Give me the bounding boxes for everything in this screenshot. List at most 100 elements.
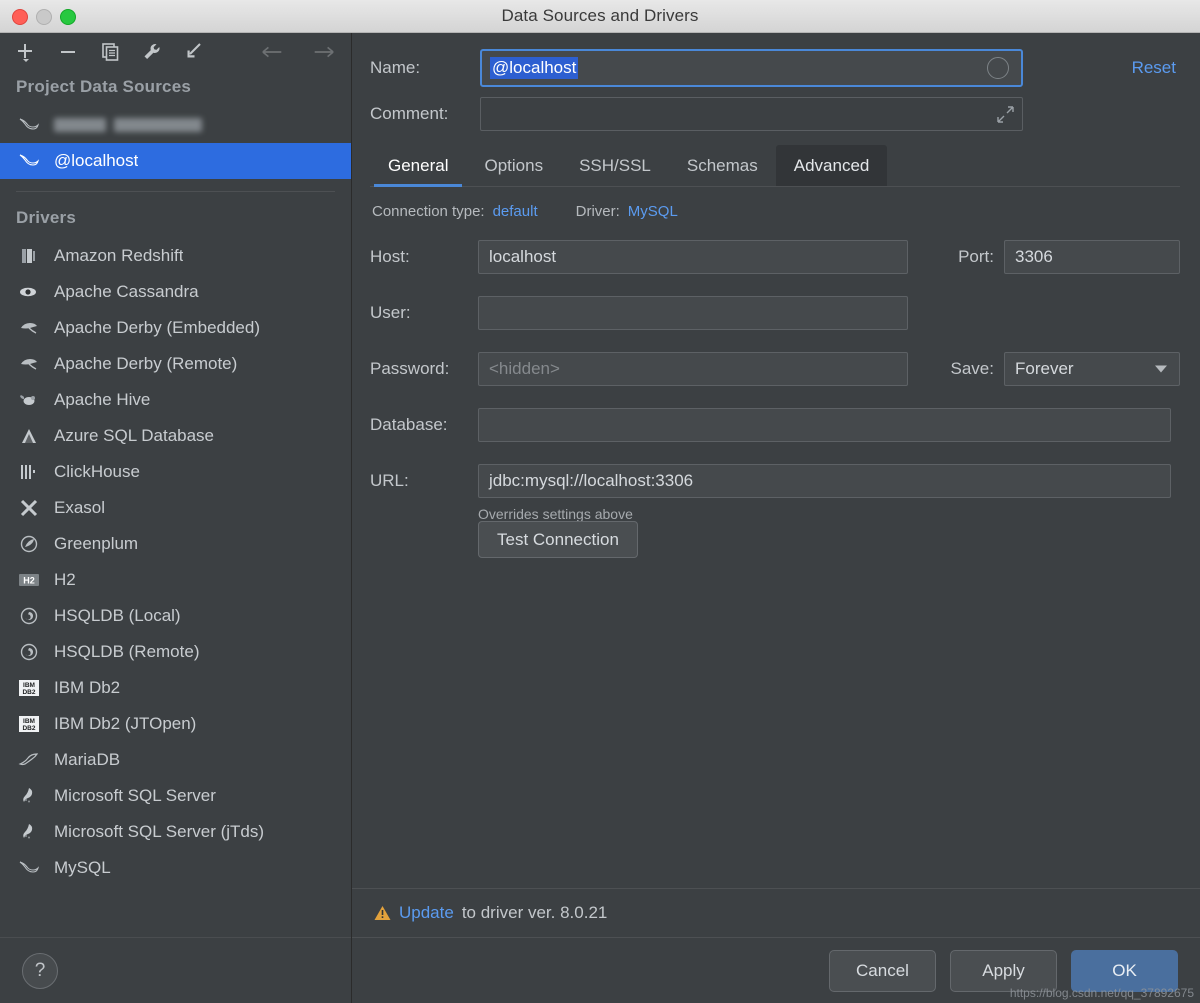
svg-text:DB2: DB2 — [22, 689, 35, 696]
data-source-item-label: @localhost — [54, 151, 138, 171]
tab-general[interactable]: General — [370, 145, 466, 186]
mssql-icon — [16, 821, 42, 843]
forward-button[interactable] — [311, 40, 335, 64]
h2-icon: H2 — [16, 569, 42, 591]
add-button[interactable] — [14, 40, 38, 64]
svg-text:IBM: IBM — [23, 718, 35, 725]
data-sources-dialog: Data Sources and Drivers — [0, 0, 1200, 1003]
database-input[interactable] — [478, 408, 1171, 442]
drivers-list[interactable]: Amazon Redshift Apache Cassandra Apache … — [0, 238, 351, 937]
tab-schemas[interactable]: Schemas — [669, 145, 776, 186]
driver-item[interactable]: Azure SQL Database — [0, 418, 351, 454]
clickhouse-icon — [16, 461, 42, 483]
driver-label: IBM Db2 (JTOpen) — [54, 714, 196, 734]
user-input[interactable] — [478, 296, 908, 330]
name-label: Name: — [370, 58, 480, 78]
import-arrow-icon[interactable] — [182, 40, 206, 64]
driver-value[interactable]: MySQL — [628, 203, 678, 220]
save-select[interactable]: Forever — [1004, 352, 1180, 386]
tab-ssh-ssl[interactable]: SSH/SSL — [561, 145, 669, 186]
driver-item[interactable]: MySQL — [0, 850, 351, 886]
user-label: User: — [370, 303, 478, 323]
driver-item[interactable]: Microsoft SQL Server — [0, 778, 351, 814]
tab-options[interactable]: Options — [466, 145, 561, 186]
driver-label: Microsoft SQL Server — [54, 786, 216, 806]
driver-item[interactable]: Apache Hive — [0, 382, 351, 418]
traffic-light-buttons — [12, 9, 76, 25]
mssql-icon — [16, 785, 42, 807]
driver-item[interactable]: H2 H2 — [0, 562, 351, 598]
close-window-button[interactable] — [12, 9, 28, 25]
comment-row: Comment: — [370, 97, 1180, 131]
name-input[interactable]: @localhost — [480, 49, 1023, 87]
mysql-dolphin-icon — [16, 857, 42, 879]
reset-button[interactable]: Reset — [1132, 58, 1180, 78]
cancel-button[interactable]: Cancel — [829, 950, 936, 992]
circle-icon[interactable] — [987, 57, 1009, 79]
data-source-item-localhost[interactable]: @localhost — [0, 143, 351, 179]
connection-type-value[interactable]: default — [493, 203, 538, 220]
test-connection-button[interactable]: Test Connection — [478, 521, 638, 558]
driver-label: Azure SQL Database — [54, 426, 214, 446]
hsqldb-icon — [16, 641, 42, 663]
comment-input[interactable] — [480, 97, 1023, 131]
host-input[interactable]: localhost — [478, 240, 908, 274]
url-input[interactable]: jdbc:mysql://localhost:3306 — [478, 464, 1171, 498]
driver-item[interactable]: Apache Derby (Remote) — [0, 346, 351, 382]
main-header: Name: @localhost Reset Comment: — [352, 33, 1200, 550]
password-input[interactable]: <hidden> — [478, 352, 908, 386]
driver-label: Apache Derby (Remote) — [54, 354, 237, 374]
driver-label: MariaDB — [54, 750, 120, 770]
sidebar-footer: ? — [0, 937, 351, 1003]
navigation-buttons — [261, 40, 335, 64]
driver-label: Apache Cassandra — [54, 282, 199, 302]
save-select-value: Forever — [1015, 359, 1074, 379]
minimize-window-button[interactable] — [36, 9, 52, 25]
hive-bee-icon — [16, 389, 42, 411]
derby-icon — [16, 317, 42, 339]
driver-item[interactable]: Apache Derby (Embedded) — [0, 310, 351, 346]
driver-label: Apache Derby (Embedded) — [54, 318, 260, 338]
url-hint: Overrides settings above — [478, 506, 1180, 522]
driver-label: ClickHouse — [54, 462, 140, 482]
driver-label: MySQL — [54, 858, 111, 878]
mysql-dolphin-icon — [16, 114, 42, 136]
wrench-icon[interactable] — [140, 40, 164, 64]
driver-update-link[interactable]: Update — [399, 903, 454, 923]
driver-item[interactable]: Exasol — [0, 490, 351, 526]
name-row: Name: @localhost Reset — [370, 49, 1180, 87]
back-button[interactable] — [261, 40, 285, 64]
driver-item[interactable]: HSQLDB (Local) — [0, 598, 351, 634]
driver-item[interactable]: ClickHouse — [0, 454, 351, 490]
database-row: Database: — [370, 408, 1180, 442]
mysql-dolphin-icon — [16, 150, 42, 172]
maximize-window-button[interactable] — [60, 9, 76, 25]
duplicate-button[interactable] — [98, 40, 122, 64]
driver-item[interactable]: MariaDB — [0, 742, 351, 778]
driver-update-text: to driver ver. 8.0.21 — [462, 903, 608, 923]
expand-diagonal-icon[interactable] — [997, 106, 1014, 128]
tab-advanced[interactable]: Advanced — [776, 145, 888, 186]
help-button[interactable]: ? — [22, 953, 58, 989]
driver-item[interactable]: Apache Cassandra — [0, 274, 351, 310]
password-row: Password: <hidden> Save: Forever — [370, 352, 1180, 386]
driver-item[interactable]: IBMDB2 IBM Db2 (JTOpen) — [0, 706, 351, 742]
driver-item[interactable]: IBMDB2 IBM Db2 — [0, 670, 351, 706]
name-input-value: @localhost — [490, 57, 578, 79]
dialog-body: Project Data Sources — [0, 33, 1200, 1003]
test-connection-wrap: Test Connection — [478, 530, 1180, 550]
driver-item[interactable]: HSQLDB (Remote) — [0, 634, 351, 670]
ibm-db2-icon: IBMDB2 — [16, 713, 42, 735]
data-source-redacted-label — [54, 118, 202, 132]
remove-button[interactable] — [56, 40, 80, 64]
driver-item[interactable]: Greenplum — [0, 526, 351, 562]
exasol-x-icon — [16, 497, 42, 519]
driver-label: H2 — [54, 570, 76, 590]
driver-item[interactable]: Microsoft SQL Server (jTds) — [0, 814, 351, 850]
port-input[interactable]: 3306 — [1004, 240, 1180, 274]
host-port-row: Host: localhost Port: 3306 — [370, 240, 1180, 274]
mariadb-seal-icon — [16, 749, 42, 771]
driver-item[interactable]: Amazon Redshift — [0, 238, 351, 274]
svg-text:DB2: DB2 — [22, 725, 35, 732]
data-source-item-redacted[interactable] — [0, 107, 351, 143]
